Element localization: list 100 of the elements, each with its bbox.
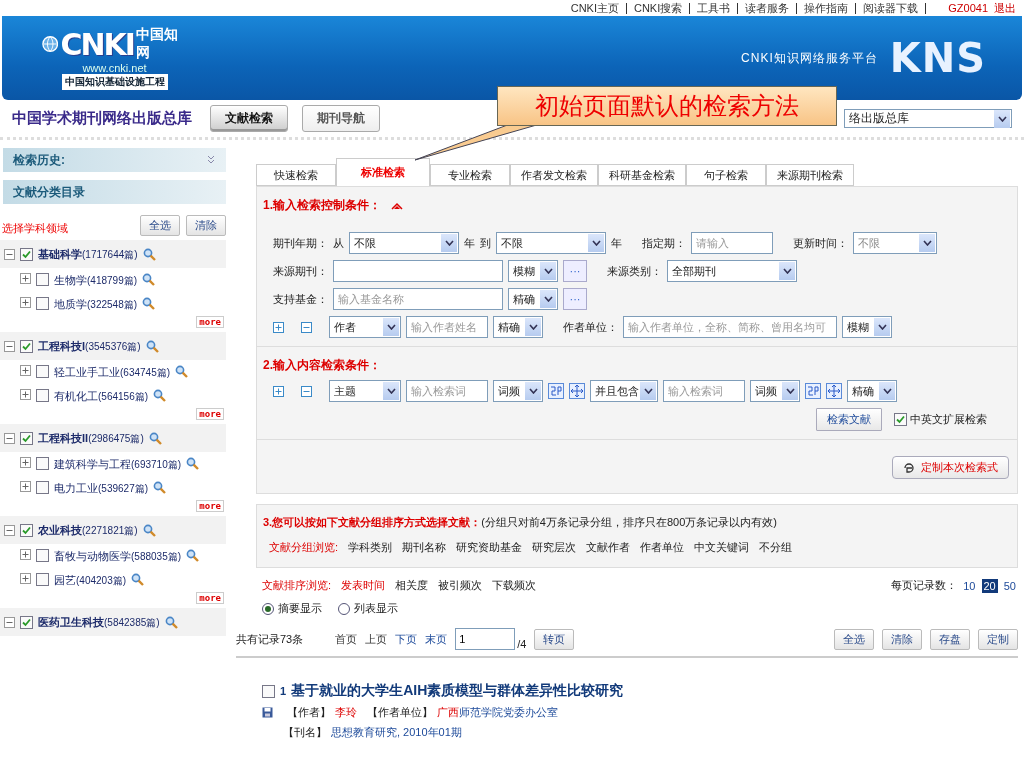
sidebar-button[interactable]: 清除 <box>186 215 226 236</box>
search-icon[interactable] <box>142 523 156 537</box>
checkbox[interactable] <box>20 615 33 629</box>
checkbox[interactable] <box>894 413 907 426</box>
input-field[interactable]: 输入作者单位，全称、简称、曾用名均可 <box>623 316 837 338</box>
input-field[interactable]: 请输入 <box>691 232 773 254</box>
go-button[interactable]: 转页 <box>534 628 575 650</box>
checkbox[interactable] <box>36 457 49 470</box>
expand-terms-icon[interactable] <box>826 383 842 399</box>
search-tab[interactable]: 来源期刊检索 <box>766 164 854 186</box>
add-row-icon[interactable] <box>273 385 284 397</box>
input-field[interactable]: 输入检索词 <box>406 380 488 402</box>
search-tab[interactable]: 句子检索 <box>686 164 766 186</box>
search-icon[interactable] <box>148 431 162 445</box>
top-link[interactable]: CNKI主页 <box>563 2 627 14</box>
checkbox[interactable] <box>36 365 49 378</box>
search-icon[interactable] <box>186 549 200 562</box>
result-title[interactable]: 基于就业的大学生AIH素质模型与群体差异性比较研究 <box>291 682 624 700</box>
checkbox[interactable] <box>20 431 33 445</box>
expand-terms-icon[interactable] <box>569 383 585 399</box>
history-bar[interactable]: 检索历史: <box>3 148 226 172</box>
dropdown[interactable]: 词频 <box>493 380 543 402</box>
per-page-option[interactable]: 20 <box>981 578 998 593</box>
save-icon[interactable] <box>262 707 273 718</box>
journal-link[interactable]: 思想教育研究, 2010年01期 <box>331 725 462 740</box>
remove-row-icon[interactable] <box>301 385 312 397</box>
dropdown[interactable]: 模糊 <box>842 316 892 338</box>
radio-label[interactable]: 列表显示 <box>354 601 398 616</box>
sort-option[interactable]: 发表时间 <box>341 578 386 593</box>
top-link[interactable]: 读者服务 <box>738 2 798 14</box>
collapse-icon[interactable] <box>4 340 15 352</box>
dropdown[interactable]: 不限 <box>496 232 606 254</box>
page-link[interactable]: 末页 <box>425 631 448 647</box>
checkbox[interactable] <box>20 523 33 537</box>
collapse-icon[interactable] <box>4 248 15 260</box>
expand-icon[interactable] <box>20 297 31 308</box>
expand-icon[interactable] <box>20 457 31 468</box>
word-frequency-icon[interactable] <box>805 383 821 399</box>
category-row[interactable]: 医药卫生科技(5842385篇) <box>0 608 226 636</box>
page-input[interactable]: 1 <box>455 628 516 650</box>
expand-icon[interactable] <box>20 389 31 400</box>
group-option[interactable]: 中文关键词 <box>694 540 750 555</box>
category-row[interactable]: 基础科学(1717644篇) <box>0 240 226 268</box>
input-field[interactable]: 输入作者姓名 <box>406 316 488 338</box>
more-link[interactable]: more <box>196 316 224 328</box>
search-icon[interactable] <box>186 457 200 470</box>
checkbox[interactable] <box>36 389 49 402</box>
radio-button[interactable] <box>262 602 274 615</box>
search-icon[interactable] <box>175 365 189 378</box>
expand-icon[interactable] <box>20 549 31 560</box>
more-link[interactable]: more <box>196 500 224 512</box>
category-row[interactable]: 农业科技(2271821篇) <box>0 516 226 544</box>
author-link[interactable]: 李玲 <box>335 705 357 720</box>
more-button[interactable]: ··· <box>563 260 587 282</box>
collapse-icon[interactable] <box>4 432 15 444</box>
list-button[interactable]: 清除 <box>882 628 922 650</box>
search-tab[interactable]: 作者发文检索 <box>510 164 598 186</box>
nav-tab[interactable]: 期刊导航 <box>302 105 380 132</box>
dropdown[interactable]: 精确 <box>847 380 897 402</box>
group-option[interactable]: 学科类别 <box>348 540 393 555</box>
expand-icon[interactable] <box>20 481 31 492</box>
customize-button[interactable]: 定制本次检索式 <box>892 456 1009 479</box>
subcategory-name[interactable]: 地质学(322548篇) <box>54 297 138 312</box>
group-option[interactable]: 作者单位 <box>640 540 685 555</box>
add-row-icon[interactable] <box>273 321 284 333</box>
search-icon[interactable] <box>131 573 145 586</box>
unit-highlight[interactable]: 广西 <box>437 705 459 720</box>
search-tab[interactable]: 标准检索 <box>336 158 430 186</box>
dropdown[interactable]: 精确 <box>508 288 558 310</box>
search-icon[interactable] <box>145 339 159 353</box>
expand-icon[interactable] <box>20 573 31 584</box>
dropdown[interactable]: 作者 <box>329 316 401 338</box>
expand-icon[interactable] <box>20 365 31 376</box>
top-link[interactable]: 操作指南 <box>797 2 857 14</box>
dropdown[interactable]: 不限 <box>853 232 937 254</box>
checkbox[interactable] <box>36 549 49 562</box>
top-link[interactable]: CNKI搜索 <box>626 2 691 14</box>
database-dropdown[interactable]: 络出版总库 <box>844 109 1012 128</box>
remove-row-icon[interactable] <box>301 321 312 333</box>
collapse-icon[interactable] <box>4 616 15 628</box>
sort-option[interactable]: 被引频次 <box>438 578 483 593</box>
category-row[interactable]: 工程科技II(2986475篇) <box>0 424 226 452</box>
top-link[interactable]: 阅读器下载 <box>856 2 927 14</box>
list-button[interactable]: 定制 <box>978 628 1018 650</box>
subcategory-name[interactable]: 畜牧与动物医学(588035篇) <box>54 549 182 564</box>
dropdown[interactable]: 主题 <box>329 380 401 402</box>
search-icon[interactable] <box>142 297 156 310</box>
sort-option[interactable]: 相关度 <box>395 578 429 593</box>
search-icon[interactable] <box>142 273 156 286</box>
more-link[interactable]: more <box>196 408 224 420</box>
dropdown[interactable]: 模糊 <box>508 260 558 282</box>
subcategory-name[interactable]: 园艺(404203篇) <box>54 573 127 588</box>
subcategory-name[interactable]: 生物学(418799篇) <box>54 273 138 288</box>
search-icon[interactable] <box>142 247 156 261</box>
dropdown[interactable]: 全部期刊 <box>667 260 797 282</box>
group-option[interactable]: 期刊名称 <box>402 540 447 555</box>
checkbox[interactable] <box>262 684 275 698</box>
dropdown[interactable]: 词频 <box>750 380 800 402</box>
sort-option[interactable]: 下载频次 <box>492 578 537 593</box>
checkbox[interactable] <box>36 481 49 494</box>
